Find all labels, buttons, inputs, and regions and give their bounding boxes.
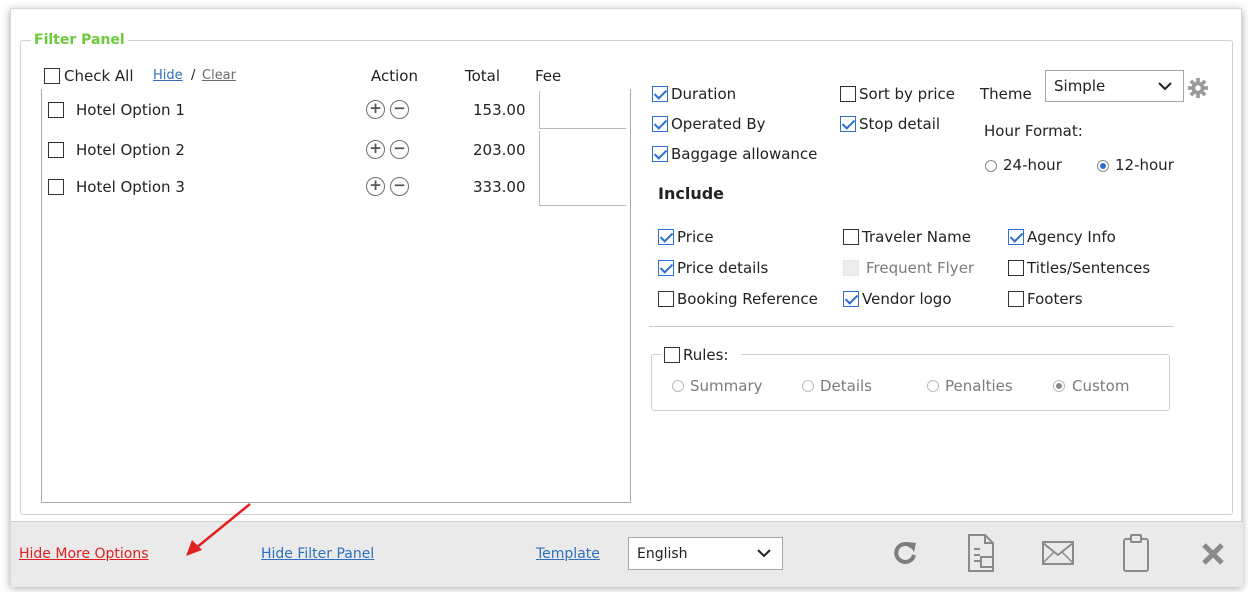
fee-input[interactable] xyxy=(539,91,626,129)
footers-checkbox[interactable] xyxy=(1008,291,1024,307)
include-divider xyxy=(649,326,1174,327)
price-checkbox[interactable] xyxy=(658,229,674,245)
baggage-allowance-checkbox[interactable] xyxy=(652,146,668,162)
price-details-label: Price details xyxy=(677,259,769,277)
traveler-name-checkbox[interactable] xyxy=(843,229,859,245)
hour-24-label: 24-hour xyxy=(1003,156,1062,174)
duration-checkbox[interactable] xyxy=(652,86,668,102)
baggage-allowance-label: Baggage allowance xyxy=(671,145,818,163)
theme-select[interactable]: Simple xyxy=(1045,70,1184,102)
booking-reference-checkbox[interactable] xyxy=(658,291,674,307)
vendor-logo-checkbox[interactable] xyxy=(843,291,859,307)
hour-12-label: 12-hour xyxy=(1115,156,1174,174)
frequent-flyer-label: Frequent Flyer xyxy=(866,259,975,277)
hotel-option-name: Hotel Option 2 xyxy=(76,141,185,159)
action-column-header: Action xyxy=(371,67,418,85)
fee-input[interactable] xyxy=(539,168,626,206)
penalties-label: Penalties xyxy=(945,377,1013,395)
remove-icon[interactable]: − xyxy=(390,177,409,196)
titles-sentences-checkbox[interactable] xyxy=(1008,260,1024,276)
filter-window: Filter Panel Check All Hide / Clear Acti… xyxy=(10,8,1243,587)
stop-detail-label: Stop detail xyxy=(859,115,941,133)
booking-reference-label: Booking Reference xyxy=(677,290,818,308)
hotel-option-name: Hotel Option 1 xyxy=(76,101,185,119)
language-value: English xyxy=(637,546,688,562)
agency-info-label: Agency Info xyxy=(1027,228,1116,246)
envelope-icon[interactable] xyxy=(1041,540,1075,566)
include-heading: Include xyxy=(658,184,725,203)
clipboard-icon[interactable] xyxy=(1121,533,1151,573)
vendor-logo-label: Vendor logo xyxy=(862,290,952,308)
operated-by-checkbox[interactable] xyxy=(652,116,668,132)
hour-12-radio[interactable] xyxy=(1097,160,1109,172)
remove-icon[interactable]: − xyxy=(390,100,409,119)
rules-checkbox[interactable] xyxy=(664,347,680,363)
chevron-down-icon xyxy=(757,549,771,558)
price-details-checkbox[interactable] xyxy=(658,260,674,276)
theme-label: Theme xyxy=(980,85,1032,103)
hotel-option-checkbox[interactable] xyxy=(48,179,64,195)
hide-link[interactable]: Hide xyxy=(153,66,183,86)
refresh-icon[interactable] xyxy=(891,539,919,567)
template-link[interactable]: Template xyxy=(536,544,600,564)
custom-radio[interactable] xyxy=(1053,380,1065,392)
close-icon[interactable] xyxy=(1201,542,1225,566)
fee-input[interactable] xyxy=(539,131,626,169)
clear-link[interactable]: Clear xyxy=(202,66,236,86)
hide-filter-panel-link[interactable]: Hide Filter Panel xyxy=(261,544,374,564)
language-select[interactable]: English xyxy=(628,537,783,570)
add-icon[interactable]: + xyxy=(366,100,385,119)
duration-label: Duration xyxy=(671,85,737,103)
total-column-header: Total xyxy=(465,67,501,85)
operated-by-label: Operated By xyxy=(671,115,766,133)
filter-panel-title: Filter Panel xyxy=(31,32,128,48)
remove-icon[interactable]: − xyxy=(390,140,409,159)
theme-value: Simple xyxy=(1054,77,1106,95)
price-label: Price xyxy=(677,228,714,246)
add-icon[interactable]: + xyxy=(366,140,385,159)
details-radio[interactable] xyxy=(802,380,814,392)
export-document-icon[interactable] xyxy=(966,533,996,573)
hide-more-options-link[interactable]: Hide More Options xyxy=(19,544,149,564)
rules-label: Rules: xyxy=(683,346,729,364)
summary-radio[interactable] xyxy=(672,380,684,392)
check-all-label: Check All xyxy=(64,67,134,85)
hotel-option-name: Hotel Option 3 xyxy=(76,178,185,196)
frequent-flyer-checkbox[interactable] xyxy=(843,260,859,276)
hour-24-radio[interactable] xyxy=(985,160,997,172)
hotel-option-checkbox[interactable] xyxy=(48,102,64,118)
stop-detail-checkbox[interactable] xyxy=(840,116,856,132)
hotel-option-total: 333.00 xyxy=(473,178,526,196)
footers-label: Footers xyxy=(1027,290,1083,308)
hour-format-label: Hour Format: xyxy=(984,122,1083,140)
agency-info-checkbox[interactable] xyxy=(1008,229,1024,245)
sort-by-price-checkbox[interactable] xyxy=(840,86,856,102)
hotel-option-checkbox[interactable] xyxy=(48,142,64,158)
sort-by-price-label: Sort by price xyxy=(859,85,956,103)
gear-icon[interactable] xyxy=(1187,77,1209,99)
add-icon[interactable]: + xyxy=(366,177,385,196)
titles-sentences-label: Titles/Sentences xyxy=(1027,259,1151,277)
traveler-name-label: Traveler Name xyxy=(862,228,972,246)
fee-column-header: Fee xyxy=(535,67,562,85)
bottom-toolbar: Hide More Options Hide Filter Panel Temp… xyxy=(11,521,1243,587)
hotel-option-total: 153.00 xyxy=(473,101,526,119)
hotel-option-total: 203.00 xyxy=(473,141,526,159)
chevron-down-icon xyxy=(1158,82,1172,91)
link-separator: / xyxy=(191,68,196,83)
penalties-radio[interactable] xyxy=(927,380,939,392)
custom-label: Custom xyxy=(1072,377,1130,395)
details-label: Details xyxy=(820,377,873,395)
summary-label: Summary xyxy=(690,377,763,395)
check-all-checkbox[interactable] xyxy=(44,68,60,84)
